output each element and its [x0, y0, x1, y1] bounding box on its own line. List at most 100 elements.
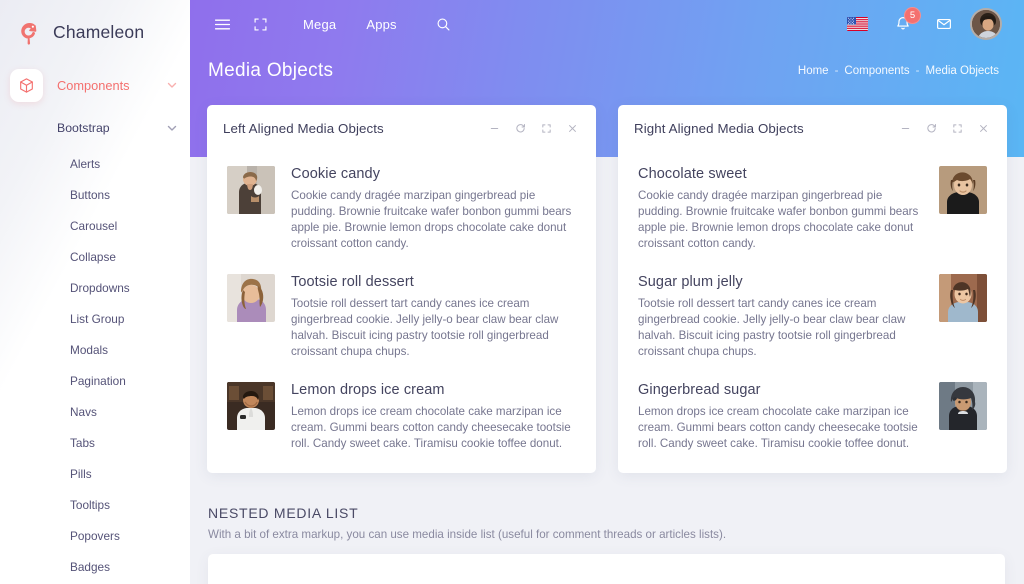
media-body: Chocolate sweet Cookie candy dragée marz…: [638, 166, 939, 252]
close-icon[interactable]: [977, 122, 990, 135]
media-title: Tootsie roll dessert: [291, 273, 414, 290]
sidebar-item-alerts[interactable]: Alerts: [0, 148, 190, 179]
notification-badge: 5: [904, 7, 921, 24]
sidebar-item-pills[interactable]: Pills: [0, 458, 190, 489]
media-body: Gingerbread sugar Lemon drops ice cream …: [638, 382, 939, 452]
sidebar-item-label: Components: [57, 77, 130, 93]
sidebar-item-collapse[interactable]: Collapse: [0, 241, 190, 272]
sidebar-item-label: Alerts: [70, 156, 101, 171]
section-title: NESTED MEDIA LIST: [208, 505, 359, 521]
media-text: Tootsie roll dessert tart candy canes ic…: [291, 296, 559, 358]
envelope-icon[interactable]: [928, 8, 960, 40]
sidebar-submenu: Alerts Buttons Carousel Collapse Dropdow…: [0, 148, 190, 584]
sidebar-item-label: Pagination: [70, 373, 126, 388]
sidebar-item-dropdowns[interactable]: Dropdowns: [0, 272, 190, 303]
cube-icon: [10, 68, 43, 102]
media-text: Lemon drops ice cream chocolate cake mar…: [638, 404, 918, 450]
media-body: Tootsie roll dessert Tootsie roll desser…: [275, 274, 576, 360]
sidebar-item-popovers[interactable]: Popovers: [0, 520, 190, 551]
main-content: Mega Apps 5 Media Objects Home - Compone…: [190, 0, 1024, 584]
app-root: Chameleon Components Bootstrap Alerts Bu…: [0, 0, 1024, 584]
sidebar-item-badges[interactable]: Badges: [0, 551, 190, 582]
sidebar-item-modals[interactable]: Modals: [0, 334, 190, 365]
section-subtitle: With a bit of extra markup, you can use …: [208, 528, 727, 541]
media-thumbnail: [939, 273, 987, 322]
card-tools: [488, 122, 579, 135]
media-item: Tootsie roll dessert Tootsie roll desser…: [227, 273, 576, 360]
media-text: Cookie candy dragée marzipan gingerbread…: [638, 189, 919, 250]
media-item: Lemon drops ice cream Lemon drops ice cr…: [227, 381, 576, 452]
media-item: Cookie candy Cookie candy dragée marzipa…: [227, 166, 576, 252]
sidebar-group-label: Bootstrap: [57, 121, 110, 135]
apps-menu-button[interactable]: Apps: [357, 17, 405, 32]
refresh-icon[interactable]: [514, 122, 527, 135]
card-header: Right Aligned Media Objects: [618, 105, 1007, 148]
media-text: Tootsie roll dessert tart candy canes ic…: [638, 296, 906, 358]
breadcrumb-separator: -: [834, 65, 839, 77]
breadcrumb-item-home[interactable]: Home: [798, 65, 829, 77]
sidebar-item-label: Badges: [70, 559, 111, 574]
sidebar-item-tooltips[interactable]: Tooltips: [0, 489, 190, 520]
sidebar-item-label: Carousel: [70, 218, 118, 233]
refresh-icon[interactable]: [925, 122, 938, 135]
brand-name: Chameleon: [53, 22, 145, 42]
sidebar-item-carousel[interactable]: Carousel: [0, 210, 190, 241]
media-title: Chocolate sweet: [638, 166, 747, 182]
media-body: Cookie candy Cookie candy dragée marzipa…: [275, 166, 576, 252]
media-title: Sugar plum jelly: [638, 273, 743, 290]
media-thumbnail: [227, 273, 275, 322]
sidebar-item-label: Navs: [70, 404, 97, 419]
mega-menu-button[interactable]: Mega: [294, 17, 345, 32]
hamburger-menu-icon[interactable]: [206, 8, 238, 40]
media-title: Gingerbread sugar: [638, 381, 761, 398]
sidebar-item-label: Pills: [70, 466, 92, 481]
media-text: Cookie candy dragée marzipan gingerbread…: [291, 189, 572, 250]
sidebar-item-navs[interactable]: Navs: [0, 396, 190, 427]
media-item: Sugar plum jelly Tootsie roll dessert ta…: [638, 273, 987, 360]
media-thumbnail: [227, 166, 275, 214]
media-title: Lemon drops ice cream: [291, 381, 445, 398]
sidebar-item-label: Buttons: [70, 187, 111, 202]
nested-media-list-section: NESTED MEDIA LIST With a bit of extra ma…: [190, 473, 1024, 584]
breadcrumb: Home - Components - Media Objects: [798, 65, 999, 77]
minimize-icon[interactable]: [488, 122, 501, 135]
sidebar: Chameleon Components Bootstrap Alerts Bu…: [0, 0, 190, 584]
page-header: Media Objects Home - Components - Media …: [190, 48, 1024, 82]
expand-icon[interactable]: [540, 122, 553, 135]
sidebar-item-label: Dropdowns: [70, 280, 130, 295]
sidebar-item-buttons[interactable]: Buttons: [0, 179, 190, 210]
media-thumbnail: [227, 381, 275, 430]
chevron-down-icon: [166, 79, 178, 91]
media-title: Cookie candy: [291, 166, 381, 182]
sidebar-item-label: Modals: [70, 342, 109, 357]
card-body: Chocolate sweet Cookie candy dragée marz…: [618, 148, 1007, 452]
search-icon[interactable]: [428, 8, 460, 40]
brand[interactable]: Chameleon: [0, 0, 190, 52]
fullscreen-icon[interactable]: [244, 8, 276, 40]
expand-icon[interactable]: [951, 122, 964, 135]
us-flag-icon[interactable]: [847, 17, 868, 31]
card-left-aligned-media: Left Aligned Media Objects Cookie candy …: [207, 105, 596, 473]
sidebar-item-list-group[interactable]: List Group: [0, 303, 190, 334]
breadcrumb-item-current: Media Objects: [925, 65, 999, 77]
media-item: Chocolate sweet Cookie candy dragée marz…: [638, 166, 987, 252]
breadcrumb-item-components[interactable]: Components: [844, 65, 909, 77]
close-icon[interactable]: [566, 122, 579, 135]
media-item: Gingerbread sugar Lemon drops ice cream …: [638, 381, 987, 452]
breadcrumb-separator: -: [915, 65, 920, 77]
sidebar-item-label: Tooltips: [70, 497, 110, 512]
sidebar-item-tabs[interactable]: Tabs: [0, 427, 190, 458]
sidebar-item-label: List Group: [70, 311, 125, 326]
sidebar-group-bootstrap[interactable]: Bootstrap: [0, 108, 190, 148]
minimize-icon[interactable]: [899, 122, 912, 135]
media-text: Lemon drops ice cream chocolate cake mar…: [291, 404, 571, 450]
sidebar-item-components[interactable]: Components: [0, 62, 190, 108]
avatar[interactable]: [970, 8, 1002, 40]
sidebar-item-pagination[interactable]: Pagination: [0, 365, 190, 396]
cards-row: Left Aligned Media Objects Cookie candy …: [190, 82, 1024, 473]
card-tools: [899, 122, 990, 135]
sidebar-item-label: Popovers: [70, 528, 120, 543]
topbar: Mega Apps 5: [190, 0, 1024, 48]
notifications-button[interactable]: 5: [886, 7, 921, 40]
chameleon-logo-icon: [14, 18, 44, 48]
